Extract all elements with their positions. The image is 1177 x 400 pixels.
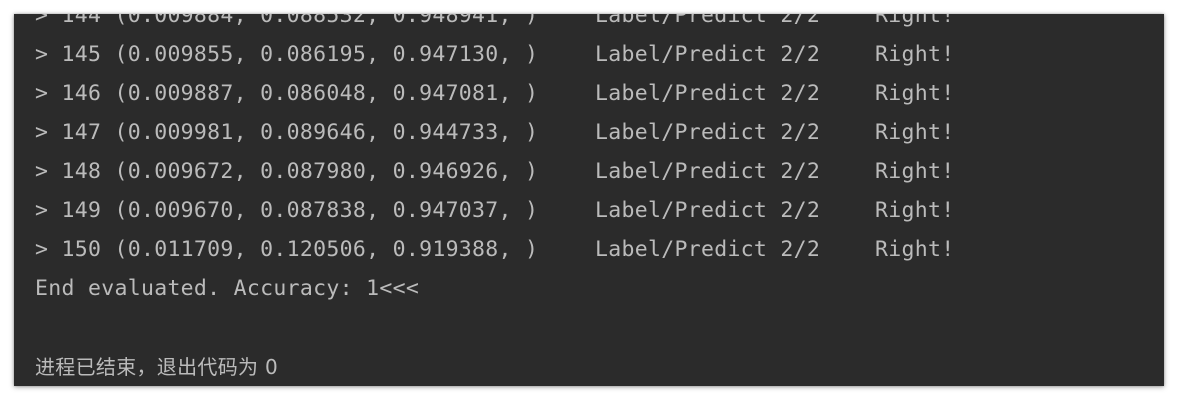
label-text: Label/Predict 2/2 <box>595 237 821 262</box>
label-text: Label/Predict 2/2 <box>595 14 821 28</box>
console-row: > 145 (0.009855, 0.086195, 0.947130, ) L… <box>35 40 954 70</box>
accuracy-summary: End evaluated. Accuracy: 1<<< <box>35 276 420 301</box>
label-text: Label/Predict 2/2 <box>595 159 821 184</box>
label-text: Label/Predict 2/2 <box>595 120 821 145</box>
result-text: Right! <box>875 198 955 223</box>
result-text: Right! <box>875 42 955 67</box>
console-row: > 146 (0.009887, 0.086048, 0.947081, ) L… <box>35 79 954 109</box>
result-text: Right! <box>875 120 955 145</box>
console-row: > 149 (0.009670, 0.087838, 0.947037, ) L… <box>35 196 954 226</box>
label-text: Label/Predict 2/2 <box>595 42 821 67</box>
prediction-text: > 144 (0.009884, 0.088532, 0.948941, ) <box>35 14 539 28</box>
result-text: Right! <box>875 81 955 106</box>
prediction-text: > 148 (0.009672, 0.087980, 0.946926, ) <box>35 159 539 184</box>
label-text: Label/Predict 2/2 <box>595 198 821 223</box>
prediction-text: > 145 (0.009855, 0.086195, 0.947130, ) <box>35 42 539 67</box>
console-row: > 148 (0.009672, 0.087980, 0.946926, ) L… <box>35 157 954 187</box>
prediction-text: > 150 (0.011709, 0.120506, 0.919388, ) <box>35 237 539 262</box>
prediction-text: > 146 (0.009887, 0.086048, 0.947081, ) <box>35 81 539 106</box>
prediction-text: > 149 (0.009670, 0.087838, 0.947037, ) <box>35 198 539 223</box>
process-exit-message: 进程已结束，退出代码为 0 <box>35 355 278 379</box>
console-row: > 144 (0.009884, 0.088532, 0.948941, ) L… <box>35 14 954 31</box>
console-lines: > 144 (0.009884, 0.088532, 0.948941, ) L… <box>35 14 1164 386</box>
result-text: Right! <box>875 237 955 262</box>
console-row: > 147 (0.009981, 0.089646, 0.944733, ) L… <box>35 118 954 148</box>
console-row: > 150 (0.011709, 0.120506, 0.919388, ) L… <box>35 235 954 265</box>
result-text: Right! <box>875 14 955 28</box>
result-text: Right! <box>875 159 955 184</box>
run-console-output[interactable]: > 144 (0.009884, 0.088532, 0.948941, ) L… <box>14 14 1164 386</box>
screenshot-page: > 144 (0.009884, 0.088532, 0.948941, ) L… <box>0 0 1177 400</box>
prediction-text: > 147 (0.009981, 0.089646, 0.944733, ) <box>35 120 539 145</box>
label-text: Label/Predict 2/2 <box>595 81 821 106</box>
